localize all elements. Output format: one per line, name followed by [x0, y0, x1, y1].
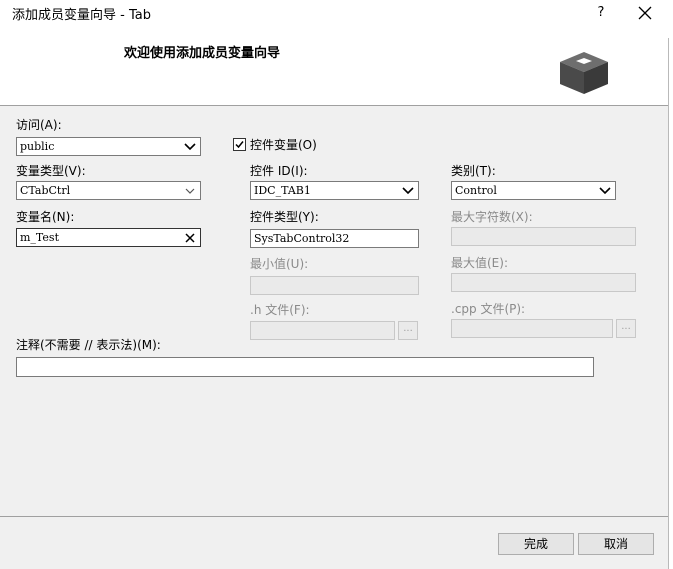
window-border [668, 38, 669, 569]
cpp-file-label: .cpp 文件(P): [451, 302, 526, 316]
cpp-file-input[interactable] [451, 319, 613, 338]
max-value-label: 最大值(E): [451, 256, 508, 270]
access-value: public [20, 140, 55, 153]
chevron-down-icon[interactable] [400, 182, 416, 199]
category-combo[interactable]: Control [451, 181, 616, 200]
control-type-input[interactable]: SysTabControl32 [250, 229, 419, 248]
control-var-label[interactable]: 控件变量(O) [250, 138, 317, 152]
wizard-footer: 完成 取消 [0, 517, 668, 569]
window-title: 添加成员变量向导 - Tab [12, 8, 151, 23]
control-id-combo[interactable]: IDC_TAB1 [250, 181, 419, 200]
clear-icon[interactable] [182, 229, 198, 246]
max-chars-input[interactable] [451, 227, 636, 246]
title-bar: 添加成员变量向导 - Tab ? [0, 0, 673, 38]
control-type-label: 控件类型(Y): [250, 210, 319, 224]
help-button[interactable]: ? [586, 2, 616, 24]
h-file-label: .h 文件(F): [250, 303, 310, 317]
comment-input[interactable] [16, 357, 594, 377]
access-combo[interactable]: public [16, 137, 201, 156]
chevron-down-icon[interactable] [182, 138, 198, 155]
chevron-down-icon[interactable] [597, 182, 613, 199]
checkmark-icon [235, 141, 244, 149]
var-name-value: m_Test [20, 231, 59, 244]
var-type-label: 变量类型(V): [16, 164, 86, 178]
wizard-body: 访问(A): public 控件变量(O) 变量类型(V): CTabCtrl … [0, 106, 668, 516]
cpp-file-browse-button[interactable]: ... [616, 319, 636, 338]
max-chars-label: 最大字符数(X): [451, 210, 533, 224]
control-var-checkbox[interactable] [233, 138, 246, 151]
cancel-button[interactable]: 取消 [578, 533, 654, 555]
min-value-input[interactable] [250, 276, 419, 295]
var-type-value: CTabCtrl [20, 184, 71, 197]
close-icon [638, 6, 652, 19]
comment-label: 注释(不需要 // 表示法)(M): [16, 338, 161, 352]
header-title: 欢迎使用添加成员变量向导 [124, 46, 281, 61]
control-id-value: IDC_TAB1 [254, 184, 311, 197]
max-value-input[interactable] [451, 273, 636, 292]
category-label: 类别(T): [451, 164, 496, 178]
box-3d-icon [560, 52, 608, 94]
control-id-label: 控件 ID(I): [250, 164, 308, 178]
var-type-combo[interactable]: CTabCtrl [16, 181, 201, 200]
category-value: Control [455, 184, 497, 197]
var-name-input[interactable]: m_Test [16, 228, 201, 247]
h-file-browse-button[interactable]: ... [398, 321, 418, 340]
min-value-label: 最小值(U): [250, 257, 309, 271]
wizard-header: 欢迎使用添加成员变量向导 [0, 38, 668, 106]
finish-button[interactable]: 完成 [498, 533, 574, 555]
close-button[interactable] [628, 0, 662, 24]
var-name-label: 变量名(N): [16, 210, 75, 224]
h-file-input[interactable] [250, 321, 395, 340]
chevron-down-icon[interactable] [182, 182, 198, 199]
access-label: 访问(A): [16, 118, 62, 132]
